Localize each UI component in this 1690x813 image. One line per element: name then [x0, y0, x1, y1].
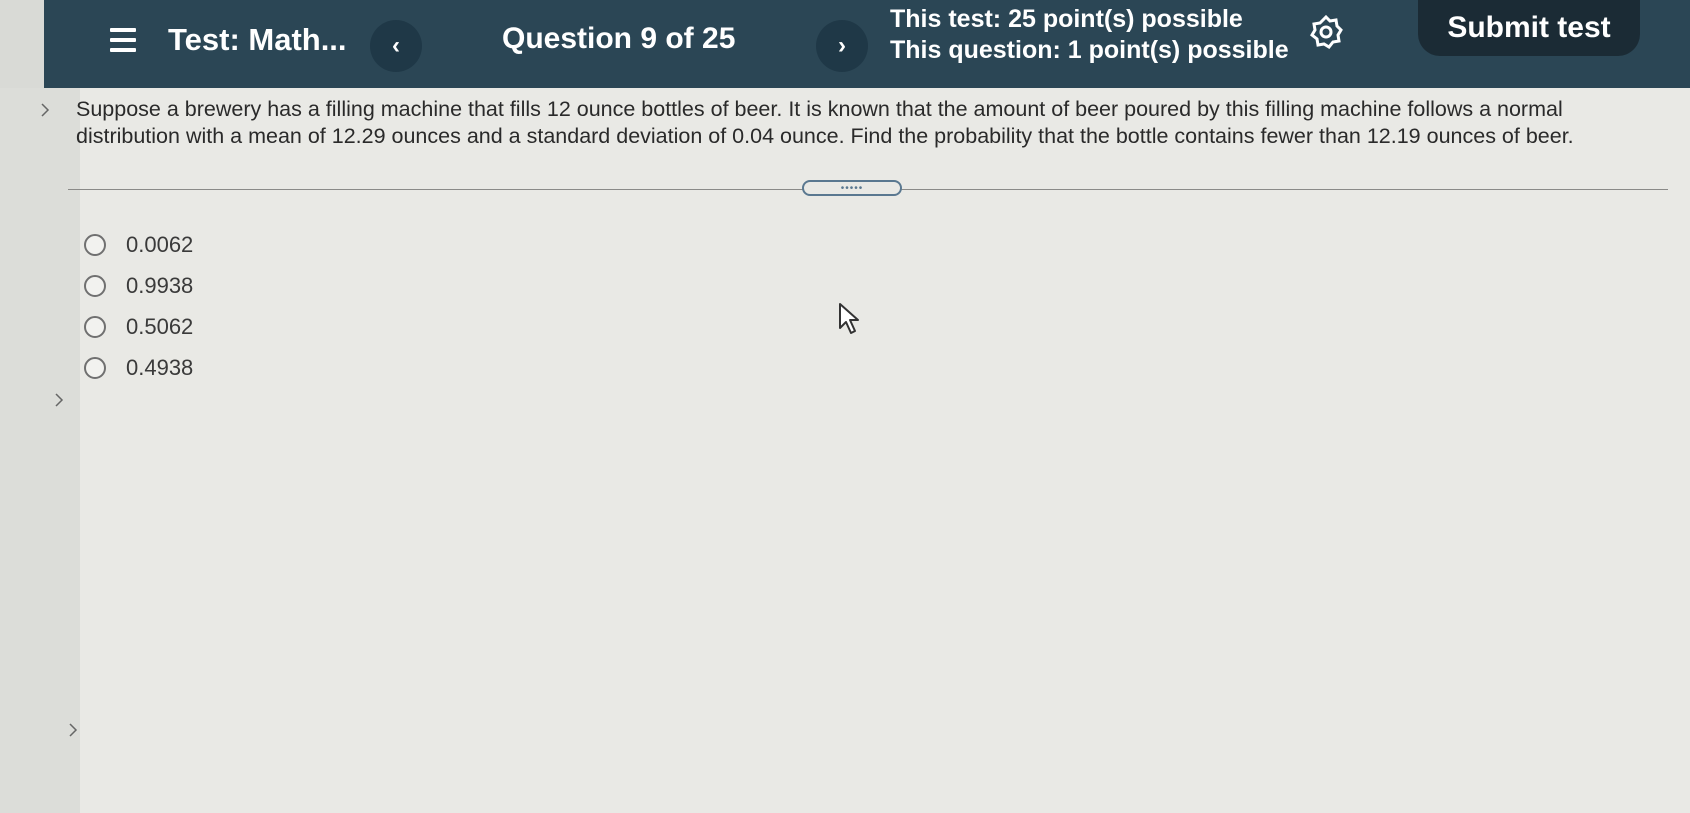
question-content-area — [80, 88, 1690, 813]
points-info: This test: 25 point(s) possible This que… — [890, 4, 1289, 66]
resize-grip-handle[interactable]: ••••• — [802, 180, 902, 196]
answer-option-2[interactable]: 0.9938 — [84, 265, 193, 306]
radio-button[interactable] — [84, 233, 106, 256]
answer-options: 0.0062 0.9938 0.5062 0.4938 — [84, 224, 193, 388]
left-margin-strip — [0, 88, 80, 813]
answer-option-label: 0.9938 — [126, 272, 194, 298]
question-points-text: This question: 1 point(s) possible — [890, 36, 1289, 64]
previous-question-button[interactable]: ‹ — [370, 20, 422, 72]
answer-option-label: 0.5062 — [126, 313, 194, 339]
answer-option-1[interactable]: 0.0062 — [84, 224, 193, 265]
chevron-right-icon — [40, 102, 50, 118]
radio-button[interactable] — [84, 274, 106, 297]
chevron-right-icon — [68, 722, 78, 738]
radio-button[interactable] — [84, 315, 106, 338]
submit-test-button[interactable]: Submit test — [1418, 0, 1640, 56]
answer-option-4[interactable]: 0.4938 — [84, 347, 193, 388]
question-counter[interactable]: Question 9 of 25 — [502, 22, 735, 56]
mouse-pointer-icon — [838, 302, 862, 336]
answer-option-label: 0.0062 — [126, 231, 194, 257]
question-text: Suppose a brewery has a filling machine … — [76, 97, 1574, 148]
answer-option-label: 0.4938 — [126, 354, 194, 380]
hamburger-menu-icon[interactable] — [110, 28, 136, 52]
test-title[interactable]: Test: Math... — [168, 22, 347, 58]
next-question-button[interactable]: › — [816, 20, 868, 72]
test-points-text: This test: 25 point(s) possible — [890, 5, 1243, 33]
test-header-bar: Test: Math... ‹ Question 9 of 25 › This … — [44, 0, 1690, 88]
answer-option-3[interactable]: 0.5062 — [84, 306, 193, 347]
chevron-right-icon — [54, 392, 64, 408]
radio-button[interactable] — [84, 356, 106, 379]
gear-icon[interactable] — [1308, 14, 1344, 50]
